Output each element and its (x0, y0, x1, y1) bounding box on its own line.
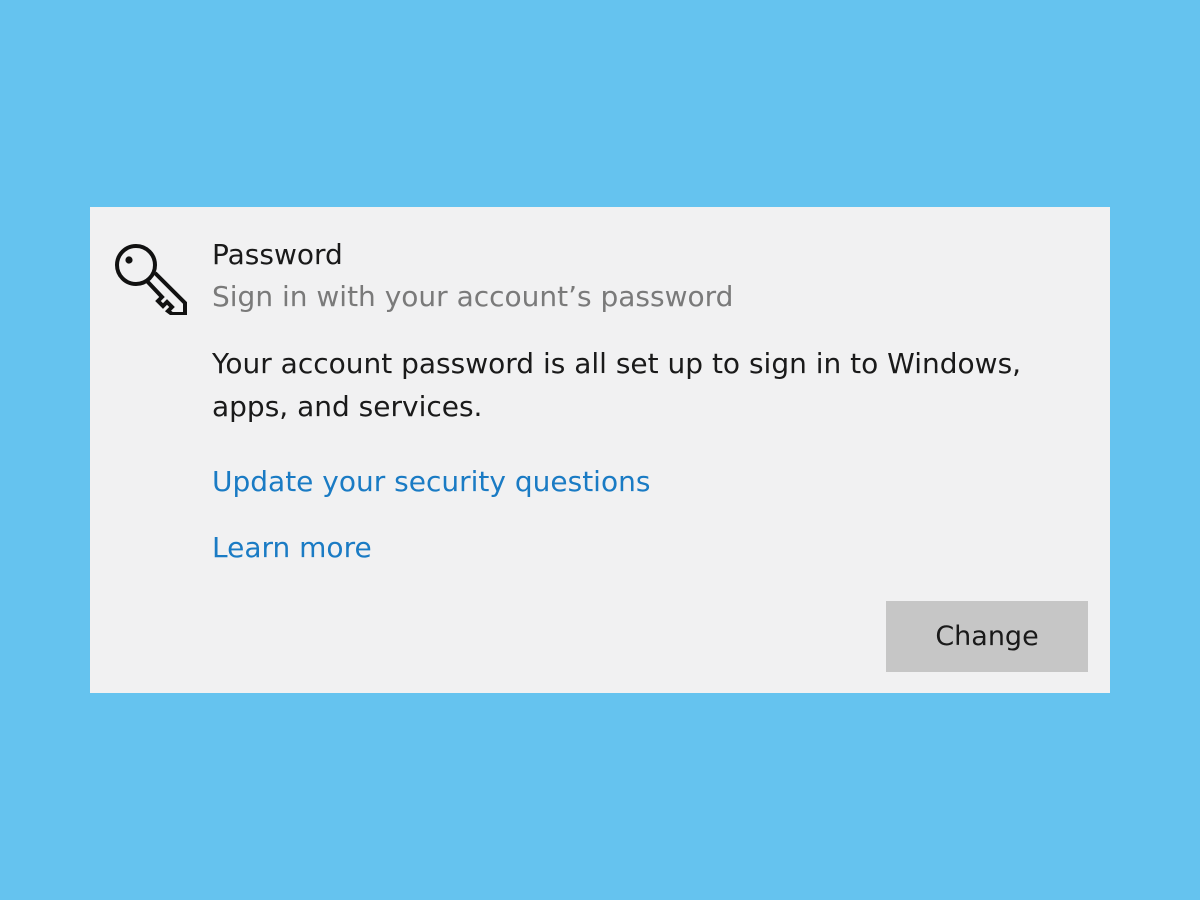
panel-title: Password (212, 238, 343, 271)
key-icon (115, 244, 187, 315)
panel-subtitle: Sign in with your account’s password (212, 280, 734, 313)
learn-more-link[interactable]: Learn more (212, 528, 1072, 568)
change-password-button[interactable]: Change (886, 601, 1088, 672)
update-security-questions-link[interactable]: Update your security questions (212, 462, 1072, 502)
password-settings-panel: Password Sign in with your account’s pas… (90, 207, 1110, 693)
panel-description: Your account password is all set up to s… (212, 347, 1022, 423)
password-content: Password Sign in with your account’s pas… (212, 235, 1072, 568)
